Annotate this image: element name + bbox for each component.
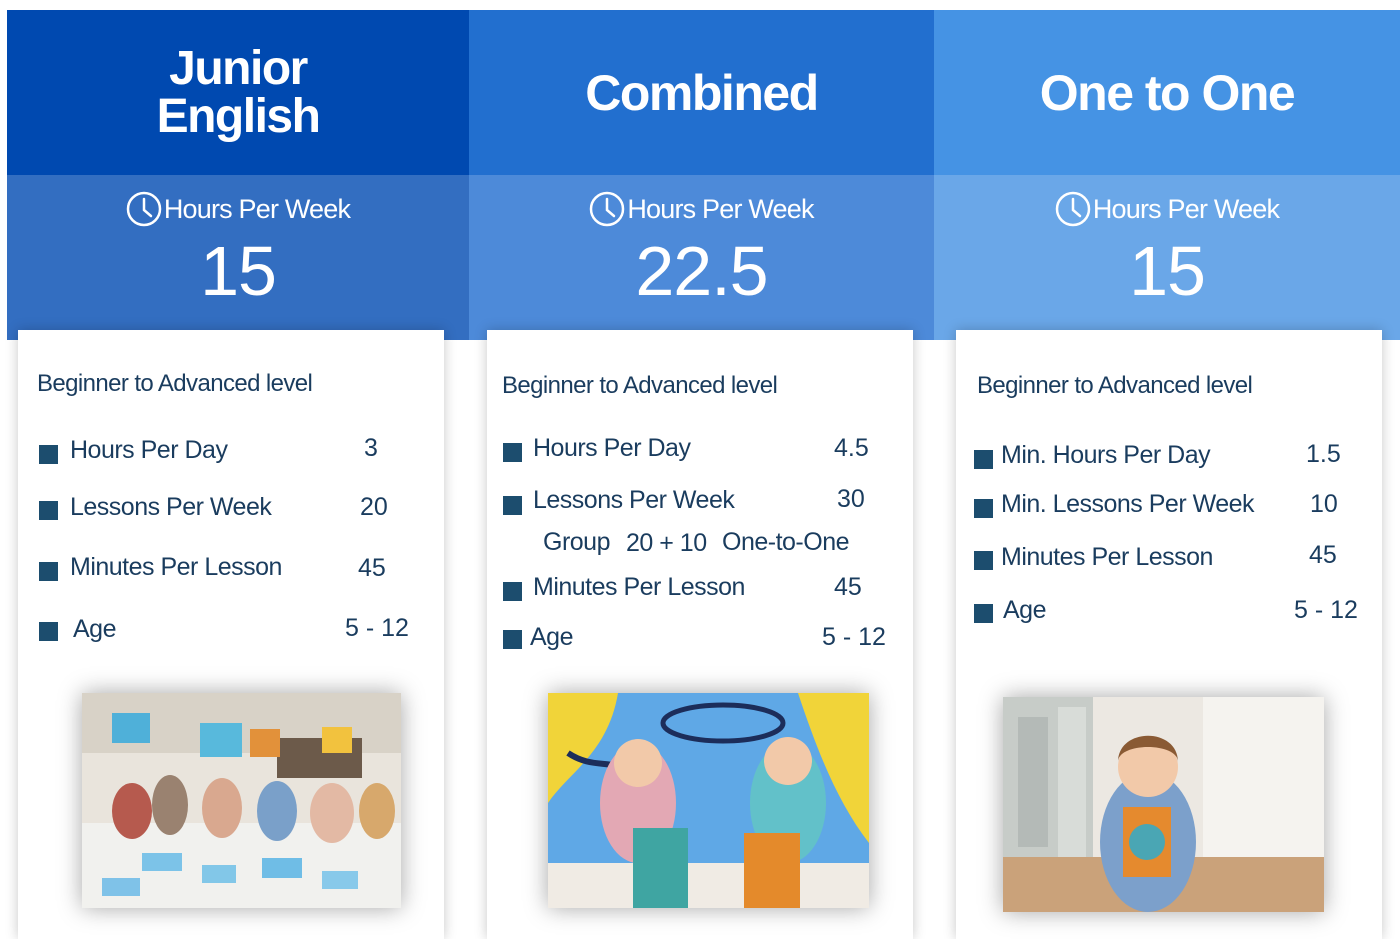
one-to-one-label: One-to-One — [722, 528, 850, 556]
course-title-line: Combined — [585, 64, 819, 121]
detail-label: Minutes Per Lesson — [70, 553, 282, 581]
level-text: Beginner to Advanced level — [37, 370, 313, 397]
girl-with-book-photo — [1003, 697, 1324, 912]
clock-icon — [1055, 191, 1091, 227]
detail-label: Age — [73, 615, 116, 643]
children-classroom-photo — [82, 693, 401, 908]
detail-label: Age — [1003, 596, 1046, 624]
detail-label: Lessons Per Week — [70, 493, 272, 521]
detail-value: 5 - 12 — [345, 614, 409, 642]
level-text: Beginner to Advanced level — [502, 372, 778, 399]
detail-label: Age — [530, 623, 573, 651]
hours-per-week-value: 15 — [1129, 232, 1206, 310]
detail-value: 5 - 12 — [822, 623, 886, 651]
bullet-square-icon — [39, 501, 58, 520]
detail-label: Minutes Per Lesson — [1001, 543, 1213, 571]
detail-value: 30 — [837, 485, 865, 513]
detail-label: Minutes Per Lesson — [533, 573, 745, 601]
course-title-header: Junior English — [7, 10, 469, 175]
detail-label: Lessons Per Week — [533, 486, 735, 514]
hours-per-week-value: 15 — [200, 232, 277, 310]
course-title-line: One to One — [1039, 64, 1296, 121]
detail-label: Min. Hours Per Day — [1001, 441, 1211, 469]
bullet-square-icon — [974, 604, 993, 623]
detail-value: 45 — [834, 573, 862, 601]
bullet-square-icon — [503, 443, 522, 462]
detail-value: 5 - 12 — [1294, 596, 1358, 624]
bullet-square-icon — [39, 622, 58, 641]
detail-label: Min. Lessons Per Week — [1001, 490, 1255, 518]
course-details-card: Beginner to Advanced level Min. Hours Pe… — [956, 330, 1382, 939]
bullet-square-icon — [503, 582, 522, 601]
detail-label: Hours Per Day — [70, 436, 228, 464]
bullet-square-icon — [39, 562, 58, 581]
level-text: Beginner to Advanced level — [977, 372, 1253, 399]
detail-value: 20 — [360, 493, 388, 521]
group-label: Group — [543, 528, 610, 556]
course-title-header: Combined — [469, 10, 934, 175]
detail-label: Hours Per Day — [533, 434, 691, 462]
bullet-square-icon — [503, 630, 522, 649]
hours-per-week-label: Hours Per Week — [627, 193, 814, 224]
bullet-square-icon — [974, 551, 993, 570]
hours-per-week-band: Hours Per Week 15 — [7, 175, 469, 340]
detail-value: 45 — [1309, 541, 1337, 569]
detail-value: 45 — [358, 554, 386, 582]
hours-per-week-label: Hours Per Week — [1092, 193, 1280, 224]
course-details-card: Beginner to Advanced level Hours Per Day… — [487, 330, 913, 939]
hours-per-week-label: Hours Per Week — [163, 193, 351, 224]
bullet-square-icon — [503, 496, 522, 515]
detail-value: 1.5 — [1306, 440, 1341, 468]
group-mix-value: 20 + 10 — [626, 529, 707, 557]
course-title-line: English — [156, 89, 321, 143]
course-title-line: Junior — [169, 41, 308, 95]
two-girls-photo — [548, 693, 869, 908]
detail-value: 3 — [364, 434, 378, 462]
bullet-square-icon — [974, 450, 993, 469]
course-details-card: Beginner to Advanced level Hours Per Day… — [18, 330, 444, 939]
course-title-header: One to One — [934, 10, 1400, 175]
detail-value: 10 — [1310, 490, 1338, 518]
hours-per-week-band: Hours Per Week 22.5 — [469, 175, 934, 340]
clock-icon — [126, 191, 162, 227]
detail-value: 4.5 — [834, 434, 869, 462]
hours-per-week-band: Hours Per Week 15 — [934, 175, 1400, 340]
bullet-square-icon — [39, 445, 58, 464]
bullet-square-icon — [974, 499, 993, 518]
hours-per-week-value: 22.5 — [635, 232, 768, 310]
clock-icon — [590, 191, 625, 227]
